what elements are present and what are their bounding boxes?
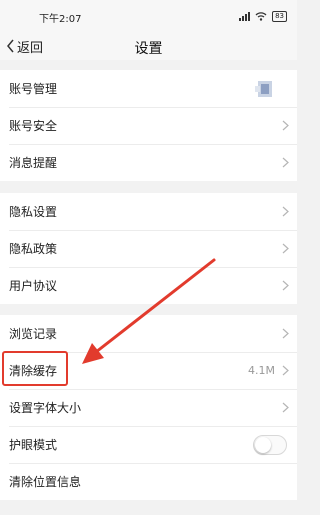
- annotation-arrow: [82, 258, 216, 364]
